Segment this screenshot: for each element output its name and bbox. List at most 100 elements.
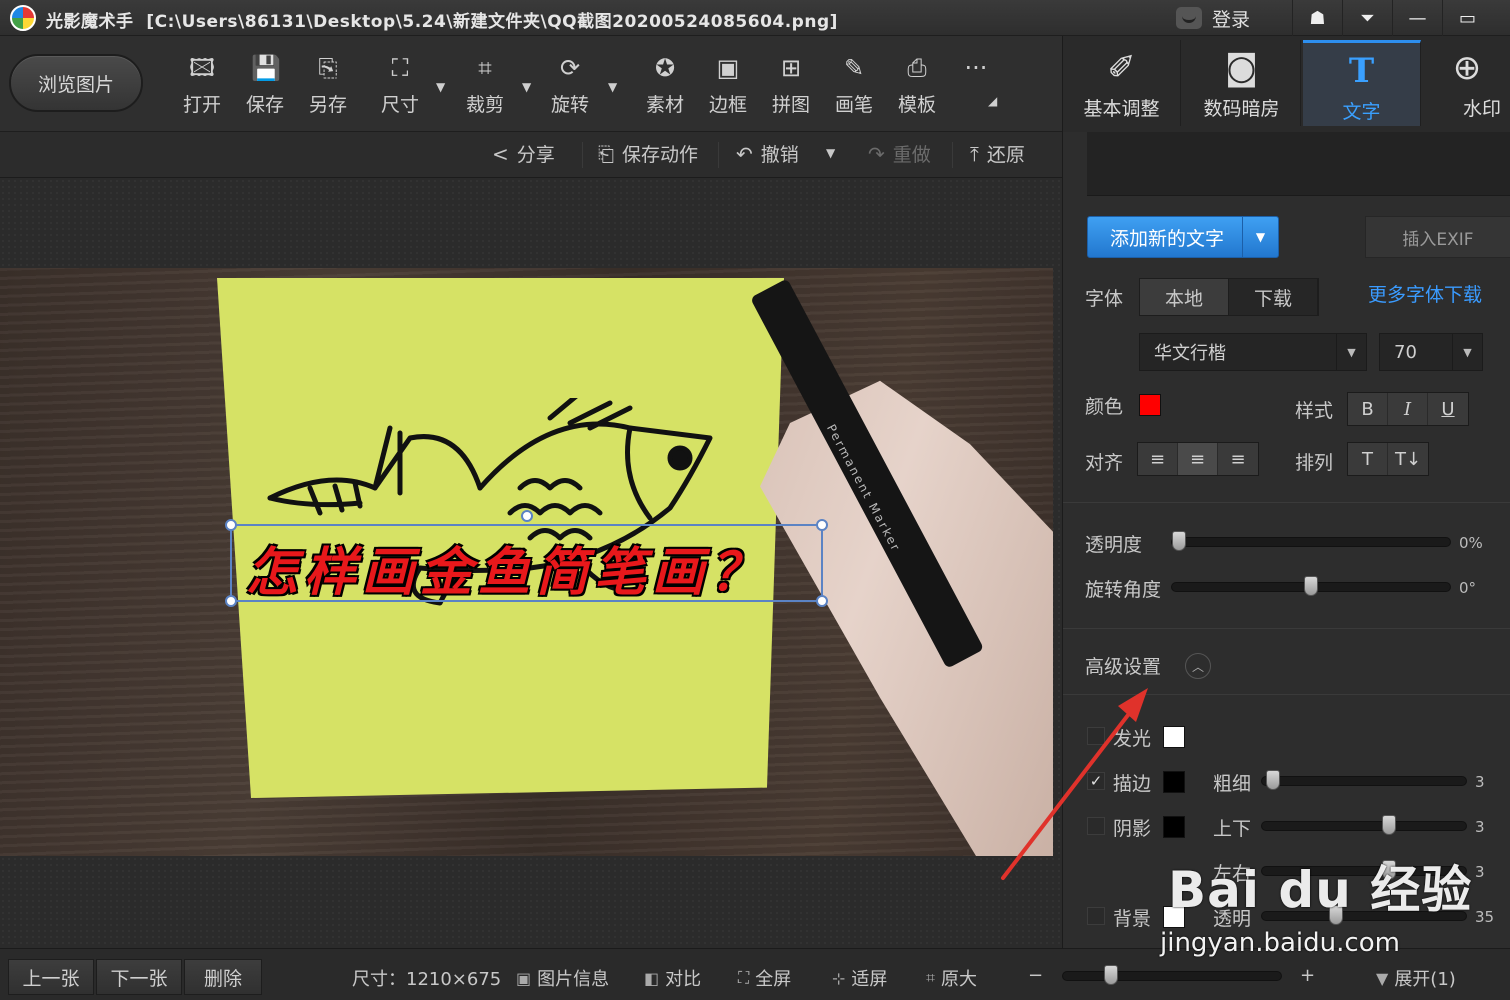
vertical-text-button[interactable]: T↓ bbox=[1388, 443, 1428, 475]
save-action-button[interactable]: ⎗ 保存动作 bbox=[598, 140, 698, 167]
material-button[interactable]: ✪ 素材 bbox=[635, 54, 695, 118]
rotation-slider-knob[interactable] bbox=[1304, 576, 1318, 596]
resize-button[interactable]: ⛶ 尺寸 bbox=[370, 54, 430, 118]
rotate-handle[interactable] bbox=[521, 510, 533, 522]
resize-handle-top-left[interactable] bbox=[225, 519, 237, 531]
resize-handle-top-right[interactable] bbox=[816, 519, 828, 531]
text-overlay-selection[interactable]: 怎样画金鱼简笔画？ bbox=[225, 510, 828, 607]
template-label: 模板 bbox=[897, 94, 936, 116]
stroke-width-slider[interactable] bbox=[1261, 770, 1467, 790]
opacity-slider[interactable] bbox=[1171, 531, 1451, 551]
font-size-select[interactable]: 70 ▼ bbox=[1379, 333, 1483, 371]
compare-button[interactable]: ◧ 对比 bbox=[644, 965, 701, 991]
background-checkbox[interactable] bbox=[1087, 907, 1105, 925]
template-button[interactable]: ⎙ 模板 bbox=[887, 54, 947, 118]
font-source-local[interactable]: 本地 bbox=[1140, 279, 1229, 315]
minimize-button[interactable]: — bbox=[1392, 0, 1442, 36]
next-image-button[interactable]: 下一张 bbox=[96, 959, 182, 995]
tab-darkroom[interactable]: ◙ 数码暗房 bbox=[1183, 40, 1301, 126]
previous-image-button[interactable]: 上一张 bbox=[8, 959, 94, 995]
save-as-button[interactable]: ⎘ 另存 bbox=[298, 54, 358, 118]
main-menu-button[interactable]: ⏷ bbox=[1342, 0, 1392, 36]
more-tools-button[interactable]: ··· bbox=[946, 54, 1006, 118]
shadow-vertical-slider[interactable] bbox=[1261, 815, 1467, 835]
more-dropdown-icon[interactable]: ◢ bbox=[988, 94, 997, 108]
undo-dropdown-icon[interactable]: ▼ bbox=[826, 146, 835, 160]
text-list-area[interactable] bbox=[1087, 132, 1510, 196]
shadow-vertical-value: 3 bbox=[1475, 818, 1485, 836]
tab-basic-adjust[interactable]: ✐ 基本调整 bbox=[1063, 40, 1181, 126]
add-new-text-button[interactable]: 添加新的文字 ▼ bbox=[1087, 216, 1279, 258]
overlay-text[interactable]: 怎样画金鱼简笔画？ bbox=[246, 530, 768, 605]
rotation-slider[interactable] bbox=[1171, 576, 1451, 596]
stroke-color-swatch[interactable] bbox=[1163, 771, 1185, 793]
fullscreen-icon: ⛶ bbox=[738, 968, 750, 987]
tab-text[interactable]: T 文字 bbox=[1303, 40, 1421, 126]
login-button[interactable]: 登录 bbox=[1176, 0, 1250, 36]
add-text-dropdown-icon[interactable]: ▼ bbox=[1242, 217, 1278, 257]
fullscreen-button[interactable]: ⛶ 全屏 bbox=[738, 965, 791, 991]
text-color-swatch[interactable] bbox=[1139, 394, 1161, 416]
undo-button[interactable]: ↶ 撤销 bbox=[736, 140, 799, 167]
brush-button[interactable]: ✎ 画笔 bbox=[824, 54, 884, 118]
glow-checkbox[interactable] bbox=[1087, 727, 1105, 745]
stroke-width-slider-knob[interactable] bbox=[1266, 770, 1280, 790]
font-family-select[interactable]: 华文行楷 ▼ bbox=[1139, 333, 1367, 371]
font-source-download[interactable]: 下载 bbox=[1229, 279, 1318, 315]
share-button[interactable]: < 分享 bbox=[492, 140, 555, 167]
align-right-button[interactable]: ≡ bbox=[1218, 443, 1258, 475]
zoom-slider[interactable] bbox=[1062, 965, 1282, 985]
menu-icon: ⏷ bbox=[1360, 7, 1375, 29]
opacity-slider-knob[interactable] bbox=[1172, 531, 1186, 551]
rotation-value: 0° bbox=[1459, 579, 1477, 597]
bold-button[interactable]: B bbox=[1348, 393, 1388, 425]
rotate-dropdown-icon[interactable]: ▼ bbox=[608, 80, 617, 94]
align-left-button[interactable]: ≡ bbox=[1138, 443, 1178, 475]
delete-button[interactable]: 删除 bbox=[184, 959, 262, 995]
background-opacity-slider[interactable] bbox=[1261, 905, 1467, 925]
maximize-button[interactable]: ▭ bbox=[1442, 0, 1492, 36]
shadow-horizontal-slider[interactable] bbox=[1261, 860, 1467, 880]
italic-button[interactable]: I bbox=[1388, 393, 1428, 425]
browse-images-button[interactable]: 浏览图片 bbox=[9, 54, 143, 112]
zoom-in-button[interactable]: + bbox=[1300, 965, 1315, 986]
redo-button[interactable]: ↷ 重做 bbox=[868, 140, 931, 167]
rotate-button[interactable]: ⟳ 旋转 bbox=[540, 54, 600, 118]
image-info-button[interactable]: ▣ 图片信息 bbox=[516, 965, 609, 991]
align-center-button[interactable]: ≡ bbox=[1178, 443, 1218, 475]
image-canvas[interactable]: Permanent Marker 怎样画金鱼简笔画？ bbox=[0, 178, 1062, 948]
expand-filmstrip-button[interactable]: ▼ 展开(1) bbox=[1376, 965, 1456, 991]
border-button[interactable]: ▣ 边框 bbox=[698, 54, 758, 118]
background-opacity-slider-knob[interactable] bbox=[1329, 905, 1343, 925]
fit-screen-button[interactable]: ⊹ 适屏 bbox=[832, 965, 887, 991]
zoom-out-button[interactable]: − bbox=[1028, 965, 1043, 986]
shadow-checkbox[interactable] bbox=[1087, 817, 1105, 835]
chevron-down-icon: ▼ bbox=[1452, 334, 1482, 370]
skin-button[interactable]: ☗ bbox=[1292, 0, 1342, 36]
collage-button[interactable]: ⊞ 拼图 bbox=[761, 54, 821, 118]
shadow-horizontal-slider-knob[interactable] bbox=[1382, 860, 1396, 880]
more-fonts-link[interactable]: 更多字体下载 bbox=[1368, 280, 1482, 307]
stroke-width-label: 粗细 bbox=[1213, 773, 1252, 795]
collapse-advanced-button[interactable]: ︿ bbox=[1185, 653, 1211, 679]
resize-handle-bottom-left[interactable] bbox=[225, 595, 237, 607]
background-color-swatch[interactable] bbox=[1163, 906, 1185, 928]
stroke-checkbox[interactable]: ✓ bbox=[1087, 772, 1105, 790]
shadow-color-swatch[interactable] bbox=[1163, 816, 1185, 838]
glow-color-swatch[interactable] bbox=[1163, 726, 1185, 748]
original-size-button[interactable]: ⌗ 原大 bbox=[926, 965, 977, 991]
restore-button[interactable]: ⤒ 还原 bbox=[970, 140, 1025, 167]
zoom-slider-knob[interactable] bbox=[1104, 965, 1118, 985]
horizontal-text-button[interactable]: T bbox=[1348, 443, 1388, 475]
crop-dropdown-icon[interactable]: ▼ bbox=[522, 80, 531, 94]
tab-watermark[interactable]: ⊕ 水印 bbox=[1423, 40, 1510, 126]
user-avatar-icon bbox=[1176, 7, 1202, 29]
crop-button[interactable]: ⌗ 裁剪 bbox=[455, 54, 515, 118]
insert-exif-button[interactable]: 插入EXIF bbox=[1365, 216, 1510, 258]
resize-handle-bottom-right[interactable] bbox=[816, 595, 828, 607]
open-button[interactable]: 🖾 打开 bbox=[172, 54, 232, 118]
save-button[interactable]: 💾 保存 bbox=[235, 54, 295, 118]
shadow-vertical-slider-knob[interactable] bbox=[1382, 815, 1396, 835]
resize-dropdown-icon[interactable]: ▼ bbox=[436, 80, 445, 94]
underline-button[interactable]: U bbox=[1428, 393, 1468, 425]
